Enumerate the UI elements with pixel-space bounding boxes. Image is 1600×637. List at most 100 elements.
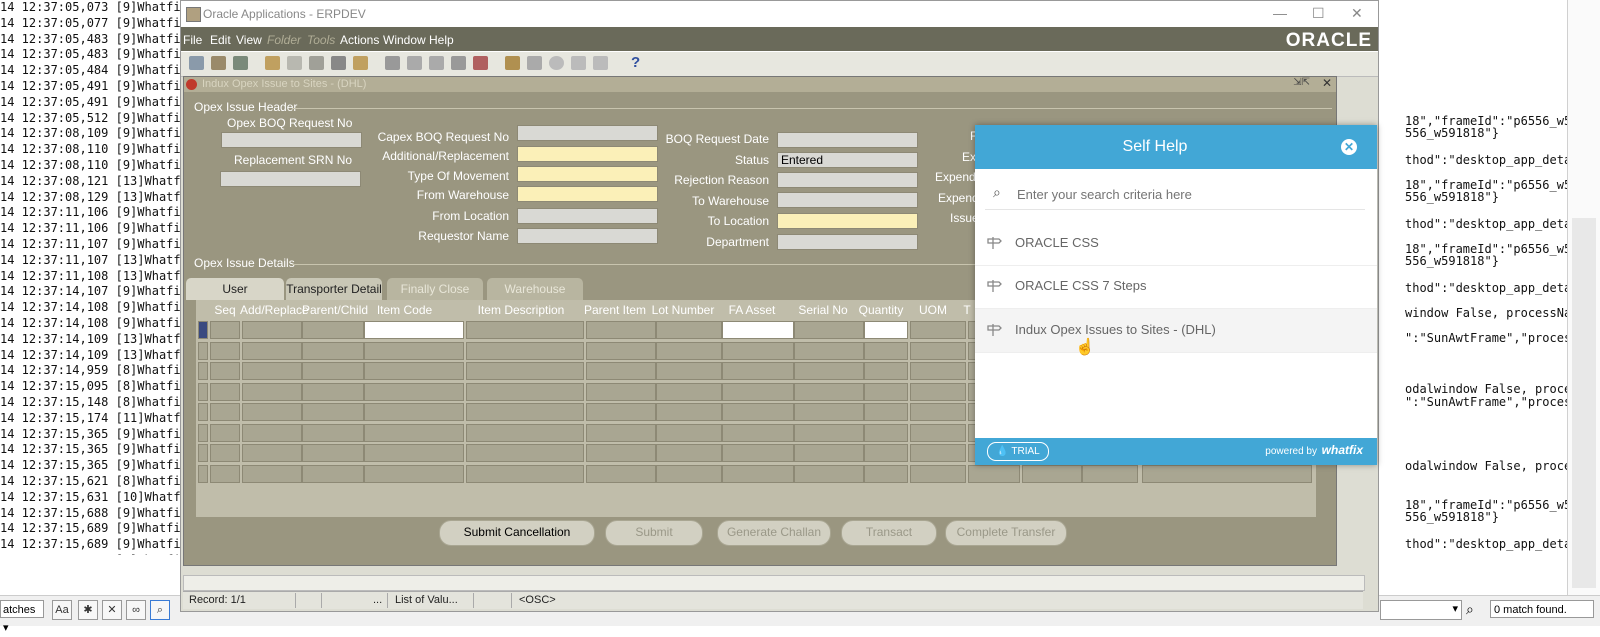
table-cell[interactable] [722,341,794,360]
table-cell[interactable] [210,423,240,442]
table-cell[interactable] [656,362,722,380]
self-help-item[interactable]: ORACLE CSS 7 Steps [975,265,1377,309]
cut-icon[interactable] [385,56,400,70]
table-cell[interactable] [364,423,464,442]
table-cell[interactable] [586,382,656,401]
table-cell[interactable] [794,382,864,401]
match-dropdown[interactable]: atches ▾ [0,600,44,634]
minimize-icon[interactable]: — [1273,5,1287,21]
table-cell[interactable] [242,341,302,360]
table-cell[interactable] [364,362,464,380]
row-selector[interactable] [198,464,208,483]
highlight-icon[interactable]: ✱ [78,600,98,620]
table-cell[interactable] [302,403,364,421]
table-cell[interactable] [302,423,364,442]
find-icon[interactable] [211,56,226,70]
search-icon[interactable]: ⌕ [1466,601,1474,618]
opex-boq-field[interactable] [221,132,362,148]
table-cell[interactable] [794,403,864,421]
table-cell[interactable] [864,382,908,401]
paste-icon[interactable] [429,56,444,70]
table-cell[interactable] [302,321,364,339]
table-cell[interactable] [242,464,302,483]
table-cell[interactable] [242,423,302,442]
table-cell[interactable] [210,444,240,462]
row-selector[interactable] [198,403,208,421]
table-cell[interactable] [864,362,908,380]
table-cell[interactable] [586,321,656,339]
tab-finally-close[interactable]: Finally Close [387,278,483,300]
menu-view[interactable]: View [236,33,262,47]
table-cell[interactable] [864,444,908,462]
table-cell[interactable] [364,444,464,462]
table-cell[interactable] [302,464,364,483]
table-cell[interactable] [466,321,584,339]
table-cell[interactable] [794,362,864,380]
replacement-srn-field[interactable] [220,171,361,187]
table-cell[interactable] [586,362,656,380]
self-help-item[interactable]: ORACLE CSS [975,222,1377,266]
menu-folder[interactable]: Folder [267,33,301,47]
table-cell[interactable] [656,321,722,339]
search-input[interactable] [1015,183,1349,205]
to-location-field[interactable] [777,213,918,229]
new-record-icon[interactable] [451,56,466,70]
table-cell[interactable] [586,444,656,462]
table-cell[interactable] [210,382,240,401]
table-cell[interactable] [364,341,464,360]
row-selector[interactable] [198,321,208,339]
table-cell[interactable] [210,464,240,483]
row-selector[interactable] [198,444,208,462]
copy-icon[interactable] [407,56,422,70]
close-icon[interactable]: ✕ [1341,139,1357,155]
save-icon[interactable] [265,56,280,70]
table-cell[interactable] [302,362,364,380]
table-cell[interactable] [210,403,240,421]
boq-request-date-field[interactable] [777,132,918,148]
table-cell[interactable] [466,423,584,442]
table-cell[interactable] [864,464,908,483]
table-cell[interactable] [466,444,584,462]
new-icon[interactable] [189,56,204,70]
table-cell[interactable] [302,444,364,462]
clear-icon[interactable]: ✕ [102,600,122,620]
table-cell[interactable] [656,444,722,462]
row-selector[interactable] [198,341,208,360]
table-cell[interactable] [656,464,722,483]
to-warehouse-field[interactable] [777,192,918,208]
table-cell[interactable] [466,362,584,380]
menu-window[interactable]: Window [383,33,426,47]
table-cell[interactable] [864,423,908,442]
transact-button[interactable]: Transact [841,520,937,546]
table-cell[interactable] [794,423,864,442]
table-cell[interactable] [722,444,794,462]
table-cell[interactable] [722,403,794,421]
right-scrollbar[interactable] [1567,0,1600,600]
table-cell[interactable] [794,444,864,462]
table-cell[interactable] [656,423,722,442]
table-cell[interactable] [586,403,656,421]
table-cell[interactable] [210,362,240,380]
maximize-icon[interactable]: ☐ [1312,5,1325,22]
navigator-icon[interactable] [233,56,248,70]
table-cell[interactable] [466,403,584,421]
table-cell[interactable] [210,321,240,339]
rejection-reason-field[interactable] [777,172,918,188]
table-cell[interactable] [364,403,464,421]
table-cell[interactable] [210,341,240,360]
row-selector[interactable] [198,362,208,380]
table-cell[interactable] [656,382,722,401]
horizontal-scrollbar[interactable] [183,575,1365,591]
table-cell[interactable] [364,464,464,483]
menu-tools[interactable]: Tools [307,33,335,47]
complete-transfer-button[interactable]: Complete Transfer [945,520,1067,546]
table-cell[interactable] [466,382,584,401]
table-cell[interactable] [242,382,302,401]
table-cell[interactable] [586,464,656,483]
menu-edit[interactable]: Edit [210,33,231,47]
next-step-icon[interactable] [287,56,302,70]
table-cell[interactable] [794,321,864,339]
attachments-icon[interactable] [571,56,586,70]
self-help-item[interactable]: Indux Opex Issues to Sites - (DHL) ☝ [975,309,1377,356]
table-cell[interactable] [910,321,966,339]
